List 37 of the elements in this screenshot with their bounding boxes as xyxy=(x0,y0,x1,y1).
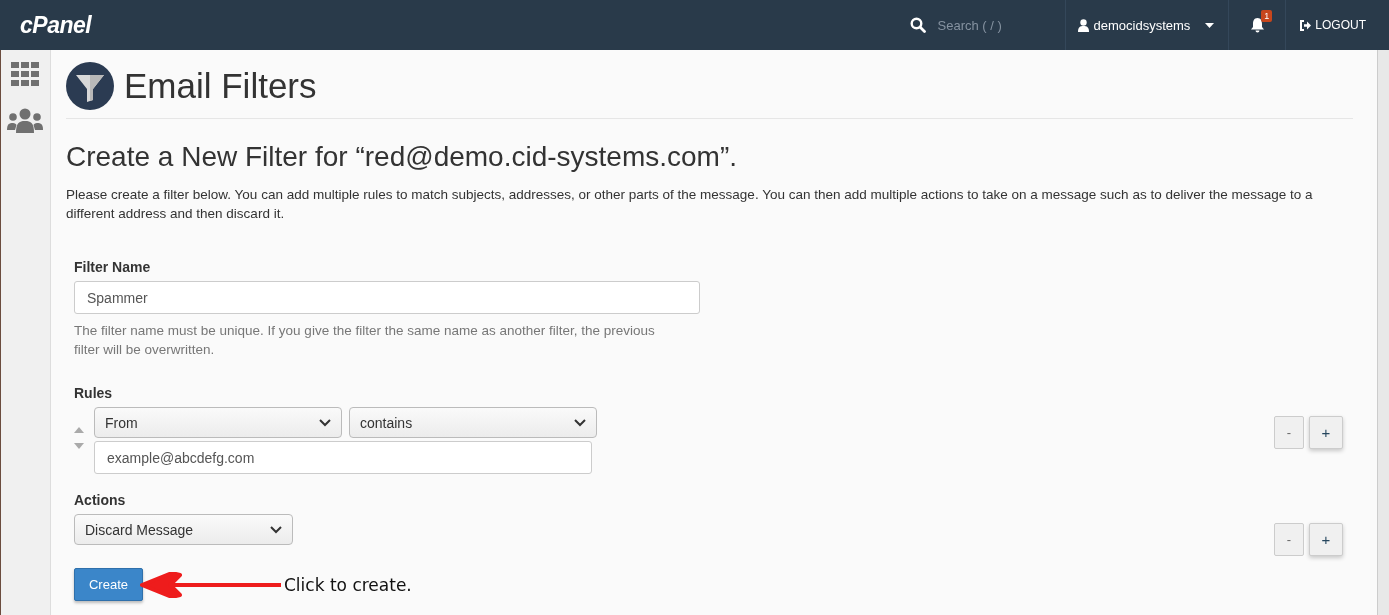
logout-button[interactable]: LOGOUT xyxy=(1286,0,1389,50)
notifications-button[interactable]: 1 xyxy=(1229,0,1287,50)
field-label: Filter Name xyxy=(74,259,152,275)
rule-value-field[interactable]: example@abcdefg.com xyxy=(94,441,592,474)
select-field[interactable]: contains xyxy=(349,407,597,438)
section-heading: Create a New Filter for “red@demo.cid-systems.com”. xyxy=(66,141,739,173)
select-field[interactable]: Discard Message xyxy=(74,514,293,545)
filter-name-field[interactable]: Spammer xyxy=(74,281,700,314)
create-button[interactable]: Create xyxy=(74,568,143,601)
notification-count: 1 xyxy=(1261,10,1273,22)
move-up-icon[interactable] xyxy=(74,427,84,433)
remove-rule-button[interactable]: - xyxy=(1274,416,1304,449)
funnel-icon xyxy=(66,62,114,110)
grid-icon[interactable] xyxy=(11,62,39,86)
search-icon xyxy=(909,17,926,33)
logout-icon xyxy=(1299,19,1312,31)
help-text: The filter name must be unique. If you give the filter the same name as another filter, the previous filter will be overwritten. xyxy=(74,322,656,359)
add-action-button[interactable]: + xyxy=(1309,523,1343,556)
remove-action-button[interactable]: - xyxy=(1274,523,1304,556)
caret-icon xyxy=(1205,22,1215,28)
intro-text: Please create a filter below. You can add multiple rules to match subjects, addresses, or other parts of the message. You can then add multiple actions to take on a message such as to deliver the message to a different address and then discard it. xyxy=(66,186,1314,223)
annotation-text: Click to create. xyxy=(284,574,412,595)
add-rule-button[interactable]: + xyxy=(1309,416,1343,449)
chevron-icon xyxy=(270,525,282,534)
user-menu[interactable]: democidsystems xyxy=(1064,0,1230,50)
field-label: Rules xyxy=(74,385,114,401)
chevron-icon xyxy=(319,418,331,427)
cpanel-logo[interactable]: cPanel xyxy=(20,11,92,39)
field-label: Actions xyxy=(74,492,127,508)
page-title: Email Filters xyxy=(124,66,317,106)
move-down-icon[interactable] xyxy=(74,443,84,449)
users-icon[interactable] xyxy=(7,108,43,134)
chevron-icon xyxy=(574,418,586,427)
bell-icon xyxy=(1250,17,1266,33)
select-field[interactable]: From xyxy=(94,407,342,438)
user-icon xyxy=(1077,18,1089,32)
search-field[interactable]: Search ( / ) xyxy=(935,16,1060,34)
